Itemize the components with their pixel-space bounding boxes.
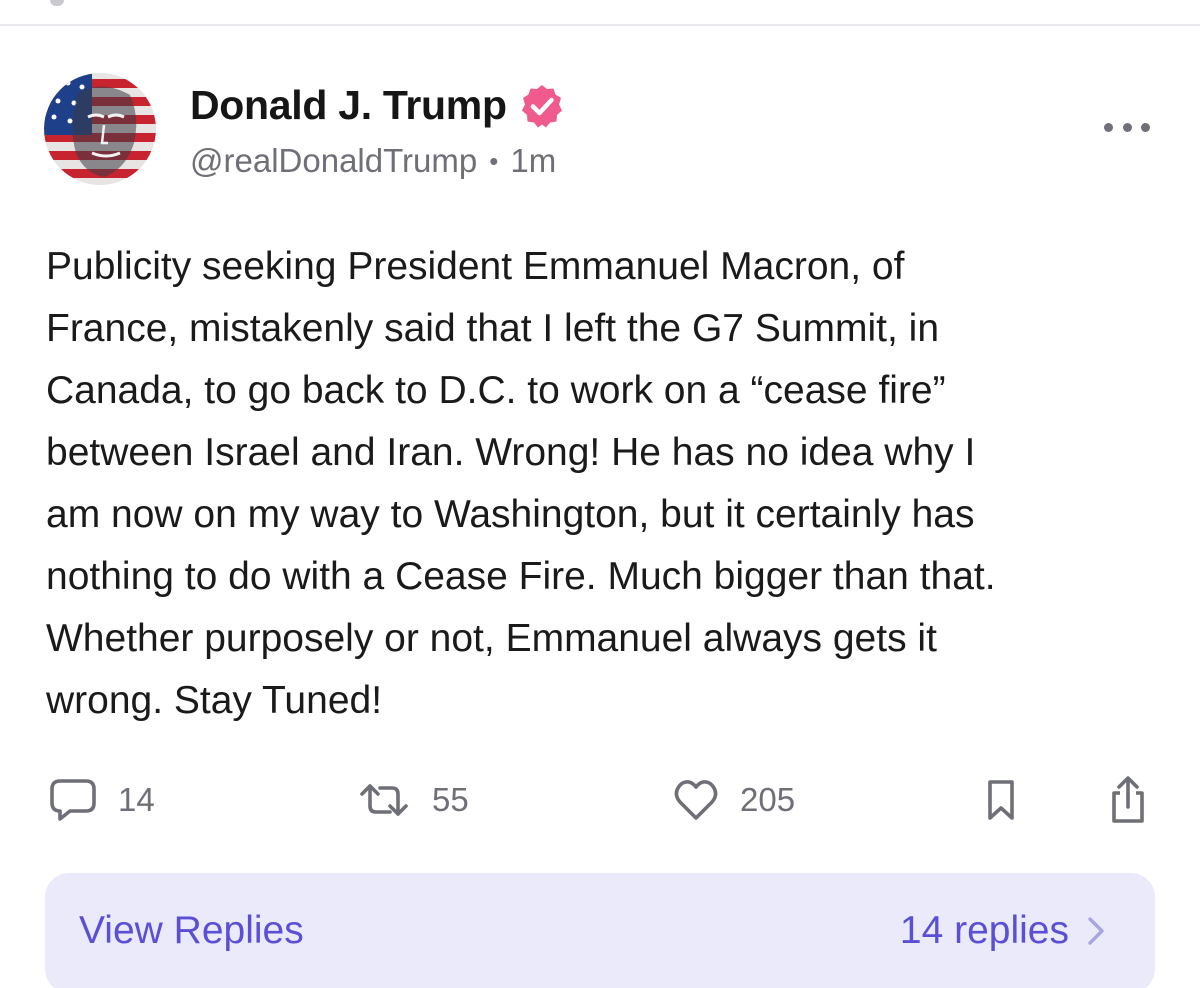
more-options-button[interactable] [1100,112,1154,142]
action-bar: 14 55 205 [0,770,1200,830]
reply-count: 14 [118,781,155,818]
bookmark-button[interactable] [984,770,1018,830]
post-body-line: Canada, to go back to D.C. to work on a … [46,369,946,412]
view-replies-bar[interactable]: View Replies 14 replies [45,873,1155,988]
view-replies-label[interactable]: View Replies [79,909,304,953]
more-horizontal-icon [1122,122,1132,132]
post-body-line: nothing to do with a Cease Fire. Much bi… [46,555,996,598]
previous-post-edge [50,0,64,6]
verified-badge-icon [521,84,562,127]
repost-icon [360,784,408,816]
replies-count-link[interactable]: 14 replies [900,909,1105,953]
author-name[interactable]: Donald J. Trump [190,82,507,129]
repost-button[interactable]: 55 [356,770,469,830]
author-name-row[interactable]: Donald J. Trump [190,82,565,129]
chevron-right-icon [1088,917,1104,945]
more-horizontal-icon [1141,122,1150,132]
heart-icon [674,780,718,820]
bookmark-icon [988,780,1014,820]
like-count: 205 [740,781,796,818]
replies-count-label: 14 replies [899,909,1069,952]
post-screen: Donald J. Trump @realDonaldTrump • 1m Pu… [0,0,1200,988]
reply-button[interactable]: 14 [48,770,155,830]
like-button[interactable]: 205 [672,770,795,830]
share-icon [1112,776,1144,823]
post-body-line: between Israel and Iran. Wrong! He has n… [46,431,976,474]
meta-separator: • [489,145,499,176]
author-handle[interactable]: @realDonaldTrump [190,142,477,180]
post-body-line: France, mistakenly said that I left the … [46,307,940,350]
post-body-line: Publicity seeking President Emmanuel Mac… [46,245,905,288]
more-horizontal-icon [1104,122,1113,132]
reply-bubble-icon [50,779,96,821]
post-body-line: wrong. Stay Tuned! [46,679,383,722]
divider [0,24,1200,26]
post-meta: @realDonaldTrump • 1m [190,142,556,180]
post-body-line: am now on my way to Washington, but it c… [46,493,975,536]
post-body-line: Whether purposely or not, Emmanuel alway… [46,617,937,660]
post-body: Publicity seeking President Emmanuel Mac… [46,236,1166,732]
post-time: 1m [510,142,557,179]
share-button[interactable] [1106,770,1150,830]
avatar-flag-portrait-image [44,73,156,185]
avatar[interactable] [44,73,156,185]
repost-count: 55 [432,781,469,818]
